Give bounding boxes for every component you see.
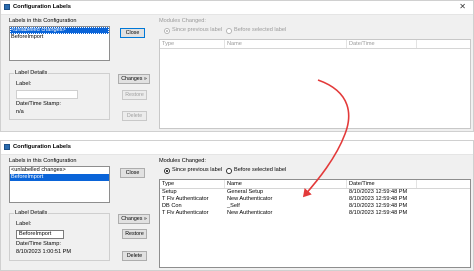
annotation-arrow — [302, 79, 350, 198]
